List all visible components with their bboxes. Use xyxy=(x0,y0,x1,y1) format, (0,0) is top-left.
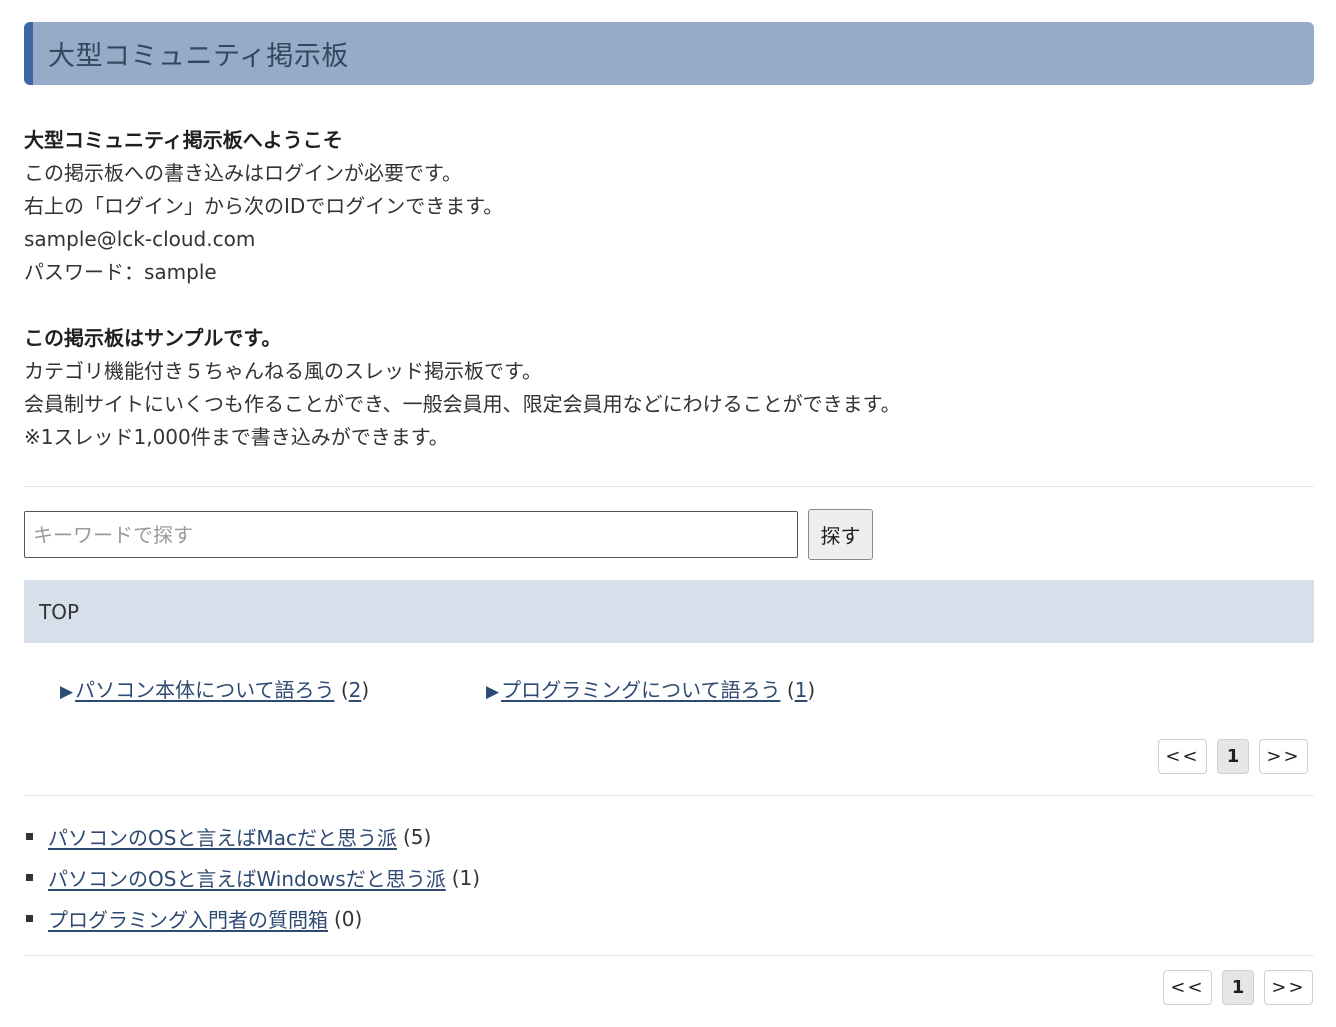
thread-link[interactable]: プログラミング入門者の質問箱 xyxy=(48,904,328,933)
category-item: ▶ パソコン本体について語ろう (2) xyxy=(60,674,369,703)
thread-link[interactable]: パソコンのOSと言えばWindowsだと思う派 xyxy=(48,863,446,892)
sample-line-description: カテゴリ機能付き５ちゃんねる風のスレッド掲示板です。 xyxy=(24,359,542,383)
thread-item: パソコンのOSと言えばWindowsだと思う派 (1) xyxy=(24,857,480,898)
current-page-button[interactable]: 1 xyxy=(1222,970,1254,1005)
thread-post-count: (0) xyxy=(334,906,363,931)
category-count-open: ( xyxy=(340,678,349,702)
thread-link[interactable]: パソコンのOSと言えばMacだと思う派 xyxy=(48,822,397,851)
category-count-open: ( xyxy=(786,678,795,702)
welcome-heading: 大型コミュニティ掲示板へようこそ xyxy=(24,128,343,152)
thread-item: パソコンのOSと言えばMacだと思う派 (5) xyxy=(24,816,480,857)
prev-page-button[interactable]: << xyxy=(1163,970,1212,1005)
category-link[interactable]: パソコン本体について語ろう xyxy=(75,678,334,702)
category-count-link[interactable]: 1 xyxy=(795,678,808,702)
square-bullet-icon xyxy=(26,874,33,881)
triangle-right-icon: ▶ xyxy=(486,682,500,702)
square-bullet-icon xyxy=(26,915,33,922)
intro-line-sample-id: sample@lck-cloud.com xyxy=(24,227,256,251)
header-bar: 大型コミュニティ掲示板 xyxy=(24,22,1314,85)
divider xyxy=(24,955,1314,956)
prev-page-button[interactable]: << xyxy=(1158,739,1207,774)
thread-post-count: (5) xyxy=(402,824,432,849)
intro-line-login-instructions: 右上の「ログイン」から次のIDでログインできます。 xyxy=(24,194,504,218)
search-button[interactable]: 探す xyxy=(808,509,873,560)
sample-line-membership: 会員制サイトにいくつも作ることができ、一般会員用、限定会員用などにわけることがで… xyxy=(24,392,901,416)
next-page-button[interactable]: >> xyxy=(1259,739,1308,774)
sample-line-limit: ※1スレッド1,000件まで書き込みができます。 xyxy=(24,425,449,449)
divider xyxy=(24,486,1314,487)
category-count-link[interactable]: 2 xyxy=(349,678,362,702)
page-title: 大型コミュニティ掲示板 xyxy=(48,41,349,72)
breadcrumb: TOP xyxy=(24,580,1314,643)
category-count-close: ) xyxy=(361,678,370,702)
intro-section: 大型コミュニティ掲示板へようこそ この掲示板への書き込みはログインが必要です。 … xyxy=(24,124,1314,454)
page: 大型コミュニティ掲示板 大型コミュニティ掲示板へようこそ この掲示板への書き込み… xyxy=(0,0,1336,1027)
sample-heading: この掲示板はサンプルです。 xyxy=(24,326,282,350)
category-link[interactable]: プログラミングについて語ろう xyxy=(501,678,780,702)
pagination-threads: << 1 >> xyxy=(1163,970,1313,1005)
thread-post-count: (1) xyxy=(451,865,481,890)
thread-list: パソコンのOSと言えばMacだと思う派 (5) パソコンのOSと言えばWindo… xyxy=(24,816,480,939)
search-input[interactable] xyxy=(24,511,798,558)
pagination-categories: << 1 >> xyxy=(1158,739,1308,774)
breadcrumb-top[interactable]: TOP xyxy=(39,600,79,624)
current-page-button[interactable]: 1 xyxy=(1217,739,1249,774)
thread-item: プログラミング入門者の質問箱 (0) xyxy=(24,898,480,939)
category-count-close: ) xyxy=(807,678,816,702)
intro-spacer xyxy=(24,289,1314,322)
divider xyxy=(24,795,1314,796)
triangle-right-icon: ▶ xyxy=(60,682,74,702)
next-page-button[interactable]: >> xyxy=(1264,970,1313,1005)
square-bullet-icon xyxy=(26,833,33,840)
intro-line-sample-password: パスワード：sample xyxy=(24,260,217,284)
intro-line-login-required: この掲示板への書き込みはログインが必要です。 xyxy=(24,161,462,185)
category-item: ▶ プログラミングについて語ろう (1) xyxy=(486,674,815,703)
